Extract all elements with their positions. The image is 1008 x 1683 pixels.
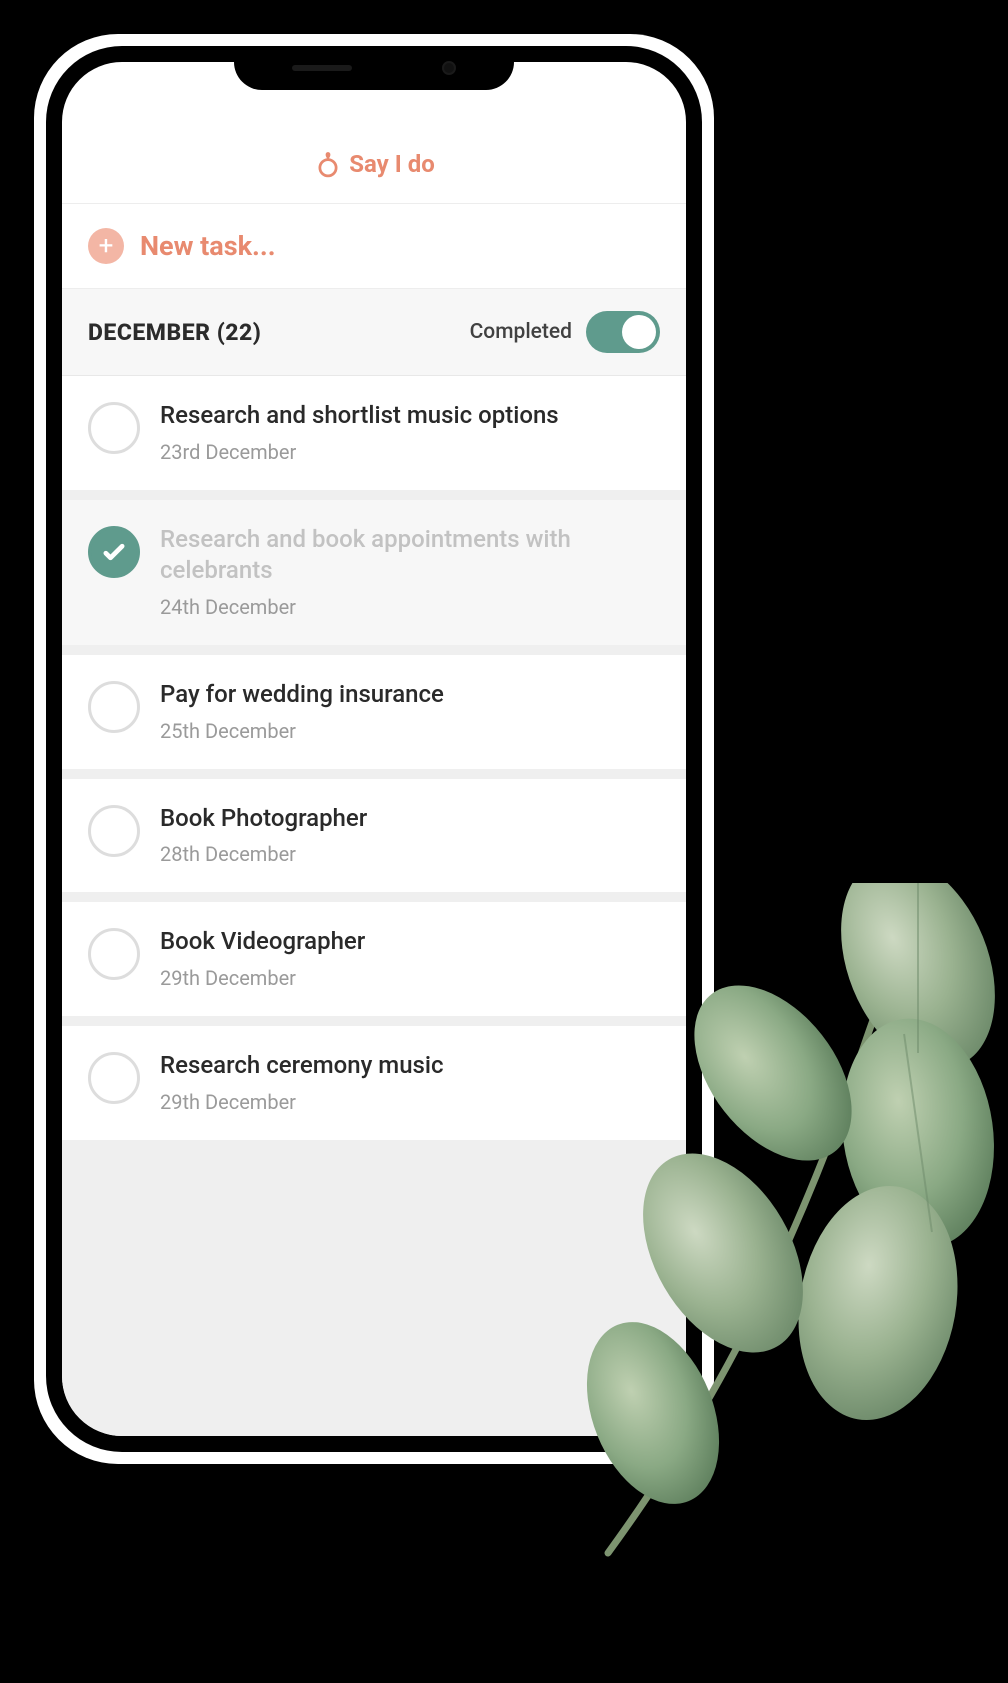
task-row[interactable]: Book Videographer 29th December: [62, 902, 686, 1016]
screen-content: Say I do + New task... DECEMBER (22) Com…: [62, 62, 686, 1436]
camera-icon: [442, 61, 456, 75]
task-checkbox[interactable]: [88, 402, 140, 454]
task-row[interactable]: Book Photographer 28th December: [62, 779, 686, 893]
ring-icon: [313, 149, 343, 179]
task-title: Book Videographer: [160, 926, 660, 958]
task-text: Book Videographer 29th December: [160, 926, 660, 990]
task-text: Research ceremony music 29th December: [160, 1050, 660, 1114]
speaker-icon: [292, 65, 352, 71]
task-text: Research and book appointments with cele…: [160, 524, 660, 619]
task-title: Research ceremony music: [160, 1050, 660, 1082]
check-icon: [100, 817, 128, 845]
task-date: 23rd December: [160, 440, 660, 464]
task-row[interactable]: Research and book appointments with cele…: [62, 500, 686, 645]
task-date: 25th December: [160, 719, 660, 743]
task-date: 28th December: [160, 842, 660, 866]
app-logo[interactable]: Say I do: [313, 149, 435, 179]
task-title: Research and book appointments with cele…: [160, 524, 660, 587]
task-checkbox[interactable]: [88, 805, 140, 857]
task-title: Book Photographer: [160, 803, 660, 835]
new-task-button[interactable]: + New task...: [62, 204, 686, 289]
task-checkbox[interactable]: [88, 1052, 140, 1104]
task-date: 24th December: [160, 595, 660, 619]
phone-frame: Say I do + New task... DECEMBER (22) Com…: [46, 46, 702, 1452]
phone-frame-outer: Say I do + New task... DECEMBER (22) Com…: [34, 34, 714, 1464]
task-date: 29th December: [160, 1090, 660, 1114]
section-title: DECEMBER (22): [88, 319, 261, 346]
app-name: Say I do: [349, 150, 435, 178]
check-icon: [100, 940, 128, 968]
task-row[interactable]: Pay for wedding insurance 25th December: [62, 655, 686, 769]
task-date: 29th December: [160, 966, 660, 990]
task-title: Research and shortlist music options: [160, 400, 660, 432]
plus-glyph: +: [99, 233, 114, 259]
toggle-knob: [622, 315, 656, 349]
task-checkbox[interactable]: [88, 681, 140, 733]
task-row[interactable]: Research ceremony music 29th December: [62, 1026, 686, 1140]
task-checkbox[interactable]: [88, 526, 140, 578]
check-icon: [100, 414, 128, 442]
completed-toggle[interactable]: [586, 311, 660, 353]
completed-label: Completed: [470, 320, 572, 344]
task-text: Research and shortlist music options 23r…: [160, 400, 660, 464]
phone-screen: Say I do + New task... DECEMBER (22) Com…: [62, 62, 686, 1436]
task-text: Book Photographer 28th December: [160, 803, 660, 867]
task-checkbox[interactable]: [88, 928, 140, 980]
check-icon: [100, 538, 128, 566]
plus-icon: +: [88, 228, 124, 264]
task-text: Pay for wedding insurance 25th December: [160, 679, 660, 743]
check-icon: [100, 1064, 128, 1092]
task-title: Pay for wedding insurance: [160, 679, 660, 711]
check-icon: [100, 693, 128, 721]
phone-notch: [234, 46, 514, 90]
task-row[interactable]: Research and shortlist music options 23r…: [62, 376, 686, 490]
task-list[interactable]: Research and shortlist music options 23r…: [62, 376, 686, 1436]
section-header: DECEMBER (22) Completed: [62, 289, 686, 376]
new-task-label: New task...: [140, 230, 276, 262]
